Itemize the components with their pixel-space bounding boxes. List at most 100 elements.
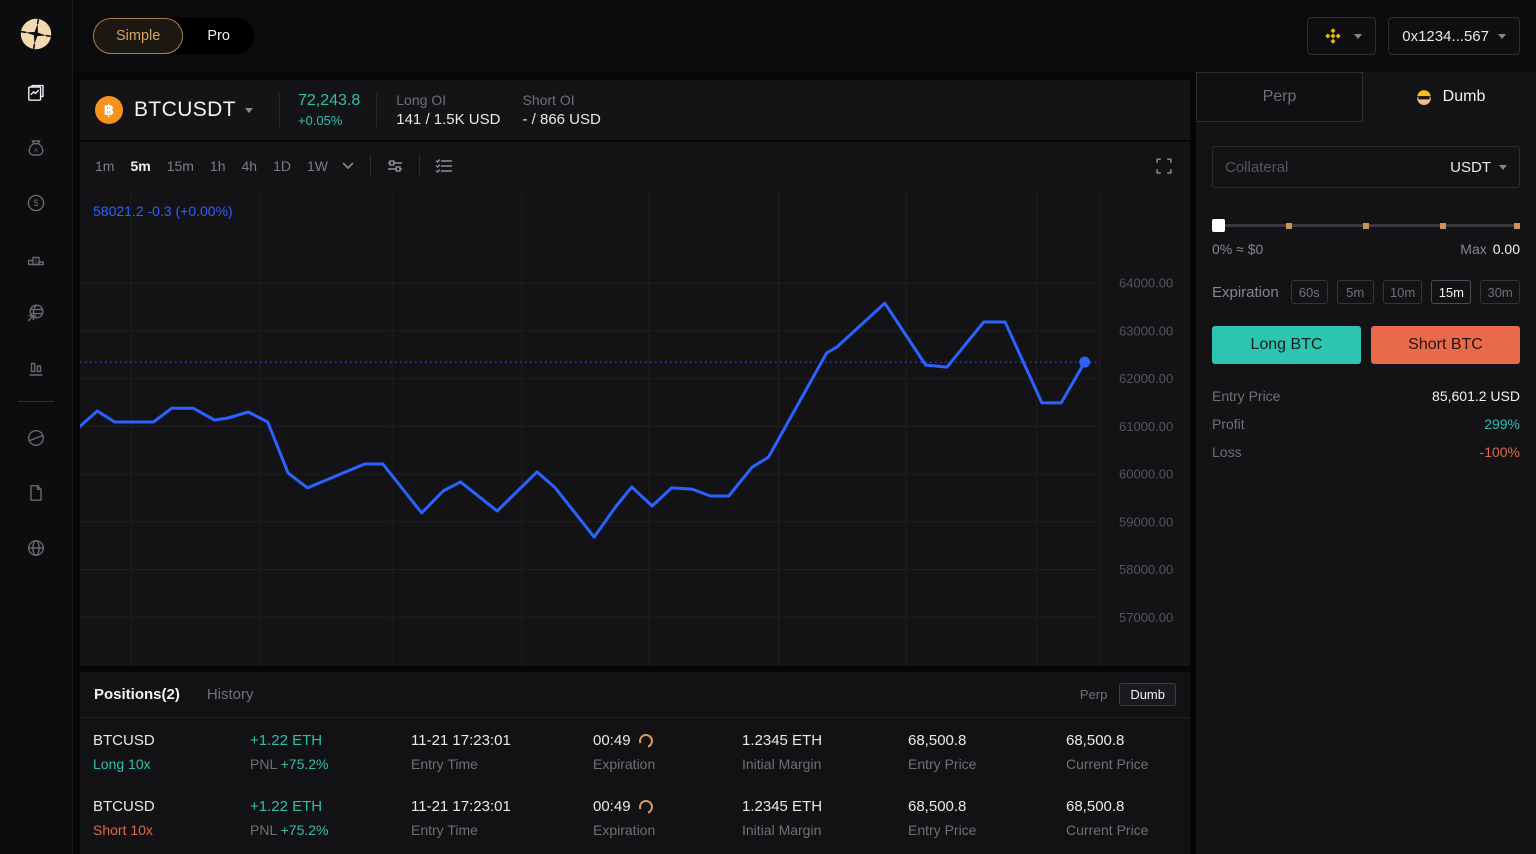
sidebar-item-referral[interactable]	[13, 285, 59, 340]
order-info: Entry Price 85,601.2 USD Profit 299% Los…	[1212, 388, 1520, 460]
brand-logo[interactable]	[17, 15, 55, 53]
collateral-field: USDT	[1212, 146, 1520, 188]
expiration-option-10m[interactable]: 10m	[1382, 280, 1423, 304]
position-cell: 68,500.8 Entry Price	[908, 732, 1066, 784]
expiration-option-15m[interactable]: 15m	[1431, 280, 1472, 304]
document-icon	[30, 484, 42, 501]
position-cell: 00:49 Expiration	[593, 797, 742, 850]
dumb-emoji-icon	[1416, 90, 1432, 105]
pro-label: Pro	[207, 28, 230, 44]
sidebar-item-analytics[interactable]	[13, 410, 59, 465]
sidebar-item-docs[interactable]	[13, 465, 59, 520]
tab-dumb[interactable]: Dumb	[1363, 72, 1536, 122]
sidebar-item-earn[interactable]: A	[13, 120, 59, 175]
cell-value: 1.2345 ETH	[742, 798, 823, 815]
cell-label: Entry Price	[908, 822, 977, 838]
slider-tick-50[interactable]	[1363, 222, 1369, 229]
order-buttons: Long BTC Short BTC	[1212, 326, 1520, 364]
timeframe-chevron-down-icon[interactable]	[342, 161, 354, 171]
position-cell: 1.2345 ETH Initial Margin	[742, 732, 908, 784]
chevron-down-icon	[1498, 33, 1506, 39]
collateral-input[interactable]	[1225, 158, 1451, 176]
svg-text:63000.00: 63000.00	[1119, 323, 1173, 338]
expiration-option-30m[interactable]: 30m	[1480, 280, 1520, 304]
fullscreen-icon[interactable]	[1153, 155, 1175, 177]
brand-logo-icon	[20, 18, 52, 50]
slider-tick-100[interactable]	[1514, 222, 1520, 229]
sidebar-nav: A $1	[13, 65, 59, 575]
slider-max: Max 0.00	[1460, 241, 1520, 257]
position-cell: 68,500.8 Current Price	[1066, 732, 1190, 784]
timeframe-4h[interactable]: 4h	[242, 158, 258, 174]
tab-perp[interactable]: Perp	[1196, 72, 1363, 122]
network-select-button[interactable]	[1307, 17, 1377, 55]
sidebar-item-language[interactable]	[13, 520, 59, 575]
sidebar-item-rewards[interactable]: $	[13, 175, 59, 230]
money-bag-icon: A	[28, 139, 44, 156]
symbol-name[interactable]: BTCUSDT	[134, 98, 236, 122]
tab-positions[interactable]: Positions(2)	[94, 686, 180, 703]
cell-label: Entry Time	[411, 822, 478, 838]
timeframe-5m[interactable]: 5m	[130, 158, 150, 174]
cell-value: 1.2345 ETH	[742, 732, 823, 749]
cell-label-value: +75.2%	[280, 822, 329, 838]
svg-text:A: A	[34, 147, 39, 154]
trade-panel-tabs: Perp Dumb	[1196, 72, 1536, 122]
short-btc-button[interactable]: Short BTC	[1371, 326, 1520, 364]
expiration-option-5m[interactable]: 5m	[1336, 280, 1374, 304]
cell-label: PNL +75.2%	[250, 822, 411, 838]
wallet-address: 0x1234...567	[1402, 27, 1489, 45]
price-chart-svg[interactable]: 64000.00 63000.00 62000.00 61000.00 60000.00…	[80, 190, 1190, 665]
simple-mode-button[interactable]: Simple	[93, 18, 184, 54]
position-cell: 11-21 17:23:01 Entry Time	[411, 732, 593, 784]
tab-dumb-label: Dumb	[1442, 88, 1486, 105]
timeframe-1h[interactable]: 1h	[210, 158, 226, 174]
positions-rows: BTCUSD Long 10x +1.22 ETH PNL +75.2% 11-21 1…	[80, 718, 1190, 850]
chart-toolbar: 1m 5m 15m 1h 4h 1D 1W	[80, 142, 1190, 190]
cell-value: 00:49	[593, 797, 742, 816]
long-btc-label: Long BTC	[1250, 336, 1323, 353]
cell-value: 68,500.8	[908, 798, 967, 815]
position-cell: BTCUSD Long 10x	[93, 732, 250, 784]
slider-tick-25[interactable]	[1286, 222, 1292, 229]
long-btc-button[interactable]: Long BTC	[1212, 326, 1361, 364]
timeframe-group: 1m 5m 15m 1h 4h 1D 1W	[95, 158, 344, 174]
sidebar-item-trade[interactable]	[13, 65, 59, 120]
expiration-option-60s[interactable]: 60s	[1290, 280, 1328, 304]
timeframe-15m[interactable]: 15m	[167, 158, 194, 174]
trade-icon	[28, 84, 44, 101]
short-btc-label: Short BTC	[1408, 336, 1483, 353]
divider	[376, 93, 378, 127]
indicators-icon[interactable]	[432, 154, 456, 178]
simple-label: Simple	[116, 28, 161, 44]
globe-arrow-icon	[27, 303, 44, 321]
symbol-chevron-down-icon[interactable]	[244, 107, 253, 113]
timeframe-1m[interactable]: 1m	[95, 158, 114, 174]
bnb-icon	[1325, 28, 1341, 44]
sidebar-item-stats[interactable]	[13, 340, 59, 395]
chevron-down-icon	[1499, 164, 1507, 170]
slider-tick-75[interactable]	[1440, 222, 1446, 229]
short-oi-label: Short OI	[522, 92, 575, 108]
chart-settings-icon[interactable]	[383, 154, 407, 178]
positions-mode-dumb[interactable]: Dumb	[1119, 683, 1176, 706]
slider-percent-label: 0% ≈ $0	[1212, 241, 1264, 257]
entry-price-label: Entry Price	[1212, 388, 1281, 404]
short-oi-value: - / 866 USD	[522, 111, 601, 128]
slider-handle[interactable]	[1212, 219, 1225, 232]
sidebar-item-leaderboard[interactable]: 1	[13, 230, 59, 285]
positions-mode-perp[interactable]: Perp	[1080, 687, 1107, 702]
long-oi-value: 141 / 1.5K USD	[396, 111, 501, 128]
wallet-button[interactable]: 0x1234...567	[1388, 17, 1520, 55]
chart-panel: 1m 5m 15m 1h 4h 1D 1W 58021.2 -0.3 (+0.00%) 64…	[80, 142, 1190, 666]
podium-icon: 1	[28, 256, 44, 265]
pro-mode-button[interactable]: Pro	[183, 18, 254, 54]
tab-perp-label: Perp	[1262, 88, 1297, 105]
tab-history[interactable]: History	[207, 686, 254, 703]
positions-panel: Positions(2) History Perp Dumb BTCUSD Lon…	[80, 672, 1190, 854]
collateral-asset-select[interactable]: USDT	[1450, 159, 1507, 176]
timeframe-1D[interactable]: 1D	[273, 158, 291, 174]
position-cell: 68,500.8 Current Price	[1066, 798, 1190, 850]
cell-label: Entry Price	[908, 756, 977, 772]
timeframe-1W[interactable]: 1W	[307, 158, 328, 174]
